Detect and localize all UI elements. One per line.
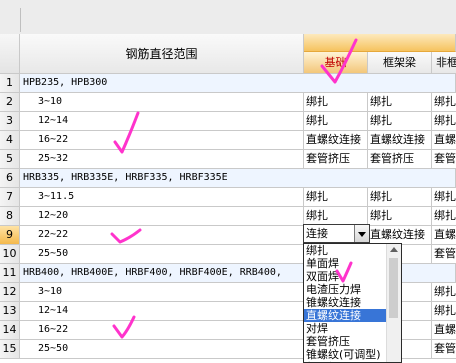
connection-cell-jichu[interactable]: 套管挤压 [304,150,368,169]
connection-cell-kuangjialiang[interactable]: 套管挤压 [368,150,432,169]
connection-type-dropdown[interactable]: 绑扎单面焊双面焊电渣压力焊锥螺纹连接直螺纹连接对焊套管挤压锥螺纹(可调型)气压焊 [303,243,402,363]
diameter-range-cell: 3~10 [20,93,304,112]
connection-cell-jichu[interactable]: 绑扎 [304,112,368,131]
connection-cell-feikuang[interactable]: 套管 [432,340,456,359]
row-number[interactable]: 12 [0,283,20,302]
connection-cell-jichu[interactable]: 直螺纹连接 [304,131,368,150]
row-number[interactable]: 4 [0,131,20,150]
connection-cell-kuangjialiang[interactable]: 绑扎 [368,188,432,207]
group-header-row[interactable]: HPB235, HPB300 [20,74,456,93]
header-feikuang[interactable]: 非框 [432,52,456,74]
row-number[interactable]: 6 [0,169,20,188]
header-kuangjialiang[interactable]: 框架梁 [368,52,432,74]
arrow-up-icon[interactable] [390,247,398,252]
connection-cell-kuangjialiang[interactable]: 直螺纹连接 [368,131,432,150]
row-number[interactable]: 10 [0,245,20,264]
row-number[interactable]: 9 [0,226,20,245]
connection-cell-feikuang[interactable]: 套管 [432,245,456,264]
diameter-range-cell: 25~50 [20,340,304,359]
row-number[interactable]: 5 [0,150,20,169]
row-number[interactable]: 14 [0,321,20,340]
row-number[interactable]: 13 [0,302,20,321]
diameter-range-cell: 12~20 [20,207,304,226]
row-number[interactable]: 8 [0,207,20,226]
header-range[interactable]: 钢筋直径范围 [20,34,304,74]
connection-type-combo[interactable]: 连接 [303,224,370,243]
chevron-down-icon[interactable] [354,225,369,242]
diameter-range-cell: 25~50 [20,245,304,264]
row-number[interactable]: 3 [0,112,20,131]
connection-cell-kuangjialiang[interactable]: 绑扎 [368,93,432,112]
row-number[interactable]: 15 [0,340,20,359]
connection-cell-kuangjialiang[interactable]: 绑扎 [368,112,432,131]
combo-value: 连接 [306,227,328,240]
header-group-band [304,34,456,52]
diameter-range-cell: 25~32 [20,150,304,169]
header-jichu[interactable]: 基础 [304,52,368,74]
row-number[interactable]: 11 [0,264,20,283]
connection-cell-jichu[interactable]: 绑扎 [304,93,368,112]
connection-cell-feikuang[interactable]: 绑扎 [432,207,456,226]
connection-cell-feikuang[interactable]: 直螺 [432,131,456,150]
connection-cell-feikuang[interactable]: 绑扎 [432,283,456,302]
connection-cell-feikuang[interactable]: 直螺 [432,321,456,340]
diameter-range-cell: 3~10 [20,283,304,302]
connection-cell-feikuang[interactable]: 直螺 [432,226,456,245]
row-number[interactable]: 1 [0,74,20,93]
connection-cell-feikuang[interactable]: 套管 [432,150,456,169]
diameter-range-cell: 12~14 [20,112,304,131]
toolbar-band [0,0,456,34]
corner-cell [0,34,20,74]
dropdown-scrollbar[interactable] [386,244,401,362]
row-number[interactable]: 7 [0,188,20,207]
connection-cell-feikuang[interactable]: 绑扎 [432,188,456,207]
diameter-range-cell: 22~22 [20,226,304,245]
connection-cell-jichu[interactable]: 绑扎 [304,188,368,207]
diameter-range-cell: 16~22 [20,321,304,340]
connection-cell-kuangjialiang[interactable]: 绑扎 [368,207,432,226]
row-number[interactable]: 2 [0,93,20,112]
group-header-row[interactable]: HRB335, HRB335E, HRBF335, HRBF335E [20,169,456,188]
diameter-range-cell: 3~11.5 [20,188,304,207]
connection-cell-feikuang[interactable]: 绑扎 [432,93,456,112]
connection-cell-feikuang[interactable]: 绑扎 [432,302,456,321]
divider [20,8,21,32]
connection-cell-feikuang[interactable]: 绑扎 [432,112,456,131]
diameter-range-cell: 12~14 [20,302,304,321]
scrollbar-thumb[interactable] [389,258,398,318]
diameter-range-cell: 16~22 [20,131,304,150]
